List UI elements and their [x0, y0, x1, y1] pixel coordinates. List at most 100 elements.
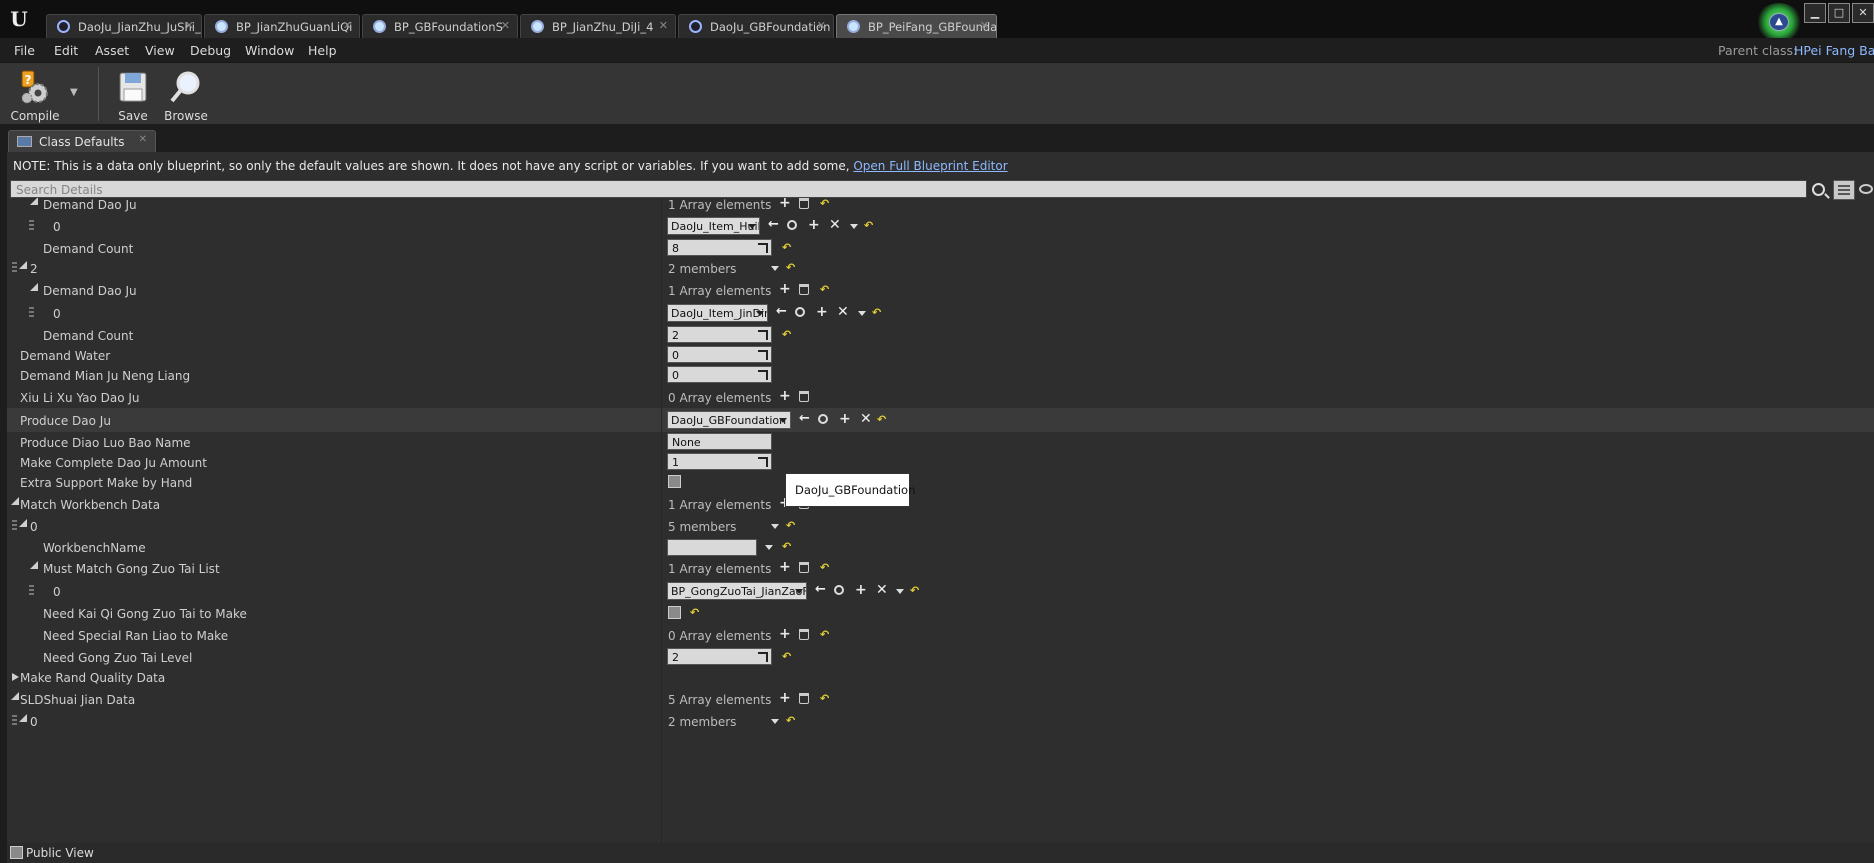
- plus-icon[interactable]: +: [779, 198, 791, 210]
- chevron-down-icon[interactable]: ▼: [70, 87, 78, 98]
- source-control-status-icon[interactable]: ▲: [1756, 3, 1802, 41]
- use-selected-arrow-icon[interactable]: ←: [768, 218, 779, 231]
- menu-debug[interactable]: Debug: [190, 43, 231, 58]
- drag-handle-icon[interactable]: [29, 585, 34, 597]
- use-selected-arrow-icon[interactable]: ←: [799, 412, 810, 425]
- search-icon[interactable]: [1812, 183, 1825, 196]
- collapse-arrow-icon[interactable]: [19, 519, 27, 527]
- browse-button[interactable]: Browse: [159, 65, 213, 125]
- tab-bp-jianzhu-diji-4[interactable]: BP_JianZhu_DiJi_4 ✕: [520, 14, 676, 38]
- reset-to-default-icon[interactable]: ↶: [820, 692, 829, 705]
- menu-asset[interactable]: Asset: [95, 43, 129, 58]
- menu-window[interactable]: Window: [245, 43, 294, 58]
- plus-icon[interactable]: +: [779, 627, 791, 641]
- use-selected-arrow-icon[interactable]: ←: [776, 305, 787, 318]
- plus-icon[interactable]: +: [779, 691, 791, 705]
- chevron-down-icon[interactable]: [771, 524, 779, 529]
- column-splitter[interactable]: [661, 198, 662, 843]
- close-icon[interactable]: ✕: [185, 19, 194, 32]
- close-icon[interactable]: ✕: [343, 19, 352, 32]
- trash-icon[interactable]: [799, 198, 809, 209]
- chevron-down-icon[interactable]: [850, 224, 858, 229]
- tab-bp-peifang-gbfoundation[interactable]: BP_PeiFang_GBFoundati ✕: [836, 14, 997, 38]
- browse-icon[interactable]: [834, 585, 844, 595]
- view-options-button[interactable]: [1833, 180, 1855, 200]
- chevron-down-icon[interactable]: [896, 589, 904, 594]
- reset-to-default-icon[interactable]: ↶: [782, 650, 791, 663]
- chevron-down-icon[interactable]: [771, 266, 779, 271]
- trash-icon[interactable]: [799, 562, 809, 573]
- close-icon[interactable]: ✕: [817, 19, 826, 32]
- drag-handle-icon[interactable]: [29, 220, 34, 232]
- clear-icon[interactable]: ✕: [860, 412, 872, 426]
- menu-view[interactable]: View: [145, 43, 175, 58]
- expand-arrow-icon[interactable]: [12, 673, 19, 681]
- reset-to-default-icon[interactable]: ↶: [820, 198, 829, 210]
- collapse-arrow-icon[interactable]: [19, 261, 27, 269]
- use-selected-arrow-icon[interactable]: ←: [815, 583, 826, 596]
- reset-to-default-icon[interactable]: ↶: [820, 283, 829, 296]
- chevron-down-icon[interactable]: [771, 719, 779, 724]
- maximize-button[interactable]: □: [1828, 3, 1850, 23]
- need-gong-zuo-tai-level-field[interactable]: 2: [667, 648, 772, 665]
- extra-support-checkbox[interactable]: [668, 475, 681, 488]
- collapse-arrow-icon[interactable]: [30, 561, 38, 569]
- drag-handle-icon[interactable]: [29, 307, 34, 319]
- need-kai-qi-checkbox[interactable]: [668, 606, 681, 619]
- reset-to-default-icon[interactable]: ↶: [820, 561, 829, 574]
- search-details-input[interactable]: Search Details: [10, 180, 1807, 198]
- close-icon[interactable]: ✕: [501, 19, 510, 32]
- demand-water-field[interactable]: 0: [667, 346, 772, 363]
- asset-picker-combo[interactable]: DaoJu_GBFoundation: [667, 411, 791, 429]
- reset-to-default-icon[interactable]: ↶: [910, 584, 919, 597]
- reset-to-default-icon[interactable]: ↶: [786, 519, 795, 532]
- browse-icon[interactable]: [787, 220, 797, 230]
- browse-icon[interactable]: [795, 307, 805, 317]
- drag-handle-icon[interactable]: [12, 262, 17, 274]
- close-icon[interactable]: ✕: [139, 134, 147, 145]
- collapse-arrow-icon[interactable]: [11, 497, 19, 505]
- insert-icon[interactable]: +: [808, 218, 820, 232]
- insert-icon[interactable]: +: [855, 583, 867, 597]
- eye-icon[interactable]: [1859, 184, 1873, 194]
- collapse-arrow-icon[interactable]: [19, 714, 27, 722]
- asset-picker-combo[interactable]: DaoJu_Item_HuiNi: [667, 217, 760, 235]
- asset-picker-combo[interactable]: DaoJu_Item_JinDing: [667, 304, 768, 322]
- reset-to-default-icon[interactable]: ↶: [782, 540, 791, 553]
- trash-icon[interactable]: [799, 284, 809, 295]
- tab-bp-gbfoundations[interactable]: BP_GBFoundationS ✕: [362, 14, 518, 38]
- browse-icon[interactable]: [818, 414, 828, 424]
- collapse-arrow-icon[interactable]: [11, 692, 19, 700]
- reset-to-default-icon[interactable]: ↶: [690, 606, 699, 619]
- tab-class-defaults[interactable]: Class Defaults ✕: [8, 130, 156, 152]
- reset-to-default-icon[interactable]: ↶: [820, 628, 829, 641]
- drag-handle-icon[interactable]: [12, 520, 17, 532]
- minimize-button[interactable]: ▁: [1804, 3, 1826, 23]
- collapse-arrow-icon[interactable]: [30, 283, 38, 291]
- plus-icon[interactable]: +: [779, 389, 791, 403]
- menu-file[interactable]: File: [14, 43, 35, 58]
- workbench-name-field[interactable]: [667, 539, 757, 556]
- drag-handle-icon[interactable]: [12, 715, 17, 727]
- plus-icon[interactable]: +: [779, 560, 791, 574]
- save-button[interactable]: Save: [106, 65, 160, 125]
- clear-icon[interactable]: ✕: [837, 305, 849, 319]
- reset-to-default-icon[interactable]: ↶: [864, 219, 873, 232]
- trash-icon[interactable]: [799, 391, 809, 402]
- chevron-down-icon[interactable]: [765, 545, 773, 550]
- reset-to-default-icon[interactable]: ↶: [786, 261, 795, 274]
- reset-to-default-icon[interactable]: ↶: [872, 306, 881, 319]
- unreal-logo-icon[interactable]: U: [8, 8, 30, 30]
- collapse-arrow-icon[interactable]: [30, 198, 38, 205]
- tab-daoju-gbfoundation[interactable]: DaoJu_GBFoundation ✕: [678, 14, 834, 38]
- produce-diao-luo-bao-name-field[interactable]: None: [667, 433, 772, 450]
- trash-icon[interactable]: [799, 629, 809, 640]
- trash-icon[interactable]: [799, 693, 809, 704]
- tab-bp-jianzhuguanliqi[interactable]: BP_JianZhuGuanLiQi ✕: [204, 14, 360, 38]
- close-icon[interactable]: ✕: [659, 19, 668, 32]
- tab-daoju-jianzhu-jushi-di[interactable]: DaoJu_JianZhu_JuShi_Di ✕: [46, 14, 202, 38]
- insert-icon[interactable]: +: [839, 412, 851, 426]
- reset-to-default-icon[interactable]: ↶: [877, 413, 886, 426]
- clear-icon[interactable]: ✕: [876, 583, 888, 597]
- open-full-blueprint-editor-link[interactable]: Open Full Blueprint Editor: [853, 159, 1007, 173]
